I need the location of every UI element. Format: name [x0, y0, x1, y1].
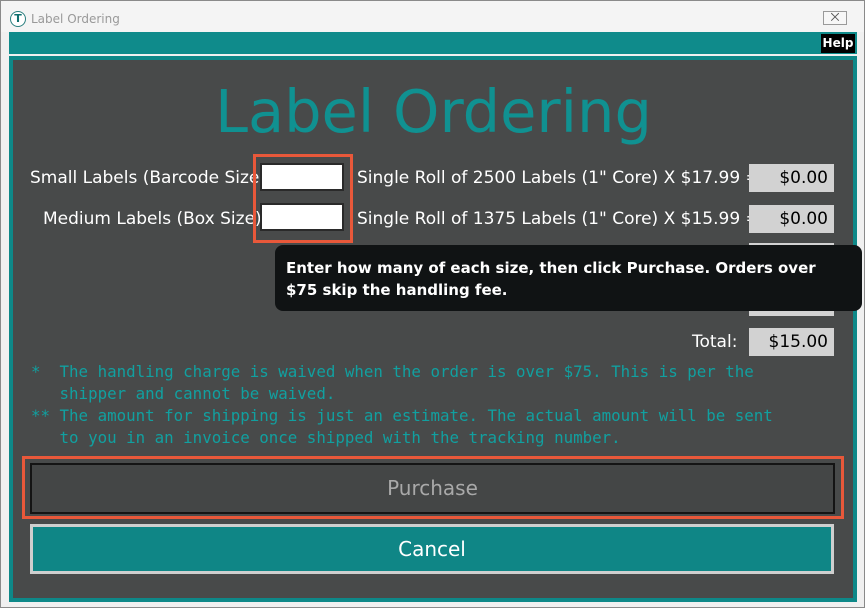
- instruction-tooltip: Enter how many of each size, then click …: [275, 245, 862, 311]
- medium-labels-description: Single Roll of 1375 Labels (1" Core) X $…: [357, 209, 760, 229]
- page-title: Label Ordering: [215, 77, 652, 146]
- window-title: Label Ordering: [31, 12, 120, 26]
- shipping-amount-box: [749, 311, 834, 316]
- small-labels-amount: $0.00: [749, 164, 834, 192]
- handling-note: * The handling charge is waived when the…: [31, 362, 754, 403]
- app-icon: T: [10, 11, 26, 27]
- title-bar: T Label Ordering ⨉: [1, 1, 864, 32]
- purchase-button[interactable]: Purchase: [30, 463, 835, 514]
- total-label: Total:: [692, 332, 738, 352]
- close-button[interactable]: ⨉: [823, 11, 847, 25]
- label-ordering-window: T Label Ordering ⨉ Help Label Ordering S…: [0, 0, 865, 608]
- top-toolbar: [9, 32, 857, 54]
- medium-labels-amount: $0.00: [749, 205, 834, 233]
- total-amount: $15.00: [749, 328, 834, 356]
- small-labels-description: Single Roll of 2500 Labels (1" Core) X $…: [357, 168, 760, 188]
- quantity-inputs-highlight: [253, 154, 353, 243]
- shipping-note: ** The amount for shipping is just an es…: [31, 406, 773, 447]
- cancel-button[interactable]: Cancel: [30, 524, 834, 574]
- medium-labels-label: Medium Labels (Box Size):: [43, 209, 268, 229]
- help-button[interactable]: Help: [821, 34, 855, 53]
- small-labels-label: Small Labels (Barcode Size):: [30, 168, 272, 188]
